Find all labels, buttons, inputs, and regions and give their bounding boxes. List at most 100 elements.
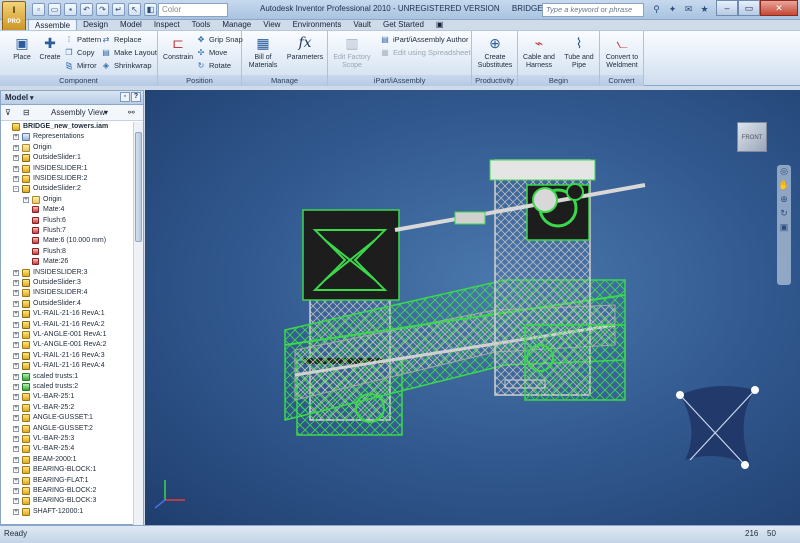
- edit-spreadsheet-button[interactable]: ▦ Edit using Spreadsheet: [380, 47, 470, 59]
- tree-item-label: BRIDGE_new_towers.iam: [23, 123, 109, 130]
- copy-button[interactable]: ❐ Copy: [64, 47, 94, 59]
- tree-scrollbar[interactable]: [133, 122, 143, 525]
- expand-toggle-icon[interactable]: +: [13, 352, 19, 359]
- orbit-icon[interactable]: ↻: [778, 208, 790, 222]
- material-icon[interactable]: ◧: [144, 3, 157, 16]
- rotate-button[interactable]: ↻ Rotate: [196, 60, 231, 72]
- expand-toggle-icon[interactable]: +: [13, 155, 19, 162]
- expand-toggle-icon[interactable]: +: [23, 196, 29, 203]
- pattern-button[interactable]: ⁞ Pattern: [64, 34, 101, 46]
- edit-factory-scope-button[interactable]: ▥ Edit Factory Scope: [330, 33, 374, 70]
- shrinkwrap-button[interactable]: ◈ Shrinkwrap: [101, 60, 152, 72]
- expand-toggle-icon[interactable]: +: [13, 269, 19, 276]
- open-file-icon[interactable]: ▭: [48, 3, 61, 16]
- expand-toggle-icon[interactable]: +: [13, 456, 19, 463]
- expand-toggle-icon[interactable]: +: [13, 415, 19, 422]
- expand-toggle-icon[interactable]: +: [13, 436, 19, 442]
- expand-toggle-icon[interactable]: +: [13, 404, 19, 411]
- expand-toggle-icon[interactable]: +: [13, 300, 19, 307]
- scrollbar-thumb[interactable]: [135, 132, 142, 242]
- pan-icon[interactable]: ✋: [778, 180, 790, 194]
- ipart-author-button[interactable]: ▤ iPart/iAssembly Author: [380, 34, 468, 46]
- begin-group-title: Begin: [518, 75, 599, 86]
- expand-tree-icon[interactable]: ⊟: [23, 108, 30, 117]
- expand-toggle-icon[interactable]: +: [13, 280, 19, 286]
- expand-toggle-icon[interactable]: +: [13, 134, 19, 141]
- component-icon: [22, 372, 30, 381]
- expand-toggle-icon[interactable]: +: [13, 384, 19, 390]
- cable-harness-button[interactable]: ⌁ Cable and Harness: [520, 33, 558, 70]
- expand-toggle-icon[interactable]: +: [13, 467, 19, 474]
- expand-toggle-icon[interactable]: +: [13, 394, 19, 401]
- parameters-fx-icon: fx: [298, 35, 312, 51]
- save-icon[interactable]: ▪: [64, 3, 77, 16]
- undo-icon[interactable]: ↶: [80, 3, 93, 16]
- close-icon[interactable]: ✕: [760, 0, 798, 16]
- parameters-button[interactable]: fx Parameters: [285, 33, 325, 62]
- steering-wheel-icon[interactable]: ◎: [778, 166, 790, 180]
- grip-snap-button[interactable]: ✥ Grip Snap: [196, 34, 243, 46]
- bill-of-materials-button[interactable]: ▦ Bill of Materials: [245, 33, 281, 70]
- browser-title[interactable]: Model: [5, 93, 28, 102]
- pin-icon[interactable]: ▫: [120, 92, 130, 102]
- favorites-icon[interactable]: ★: [698, 3, 711, 16]
- expand-toggle-icon[interactable]: +: [13, 332, 19, 338]
- component-icon: [22, 289, 30, 298]
- look-at-icon[interactable]: ▣: [778, 222, 790, 236]
- replace-label: Replace: [114, 35, 142, 44]
- expand-toggle-icon[interactable]: +: [13, 311, 19, 318]
- expand-toggle-icon[interactable]: +: [13, 477, 19, 484]
- tree-item-label: Mate:4: [43, 206, 65, 214]
- graphics-window[interactable]: FRONT ◎ ✋ ⊕ ↻ ▣: [145, 90, 800, 525]
- chevron-down-icon[interactable]: ▾: [104, 108, 108, 117]
- redo-icon[interactable]: ↷: [96, 3, 109, 16]
- parameters-label: Parameters: [286, 54, 324, 61]
- mirror-button[interactable]: ⧎ Mirror: [64, 60, 97, 72]
- tree-item-label: VL-BAR-25:4: [33, 445, 75, 453]
- assembly-view-dropdown[interactable]: Assembly View: [51, 108, 105, 117]
- expand-toggle-icon[interactable]: +: [13, 373, 19, 380]
- zoom-icon[interactable]: ⊕: [778, 194, 790, 208]
- minimize-icon[interactable]: –: [716, 0, 738, 16]
- dropdown-icon[interactable]: ▾: [28, 95, 34, 102]
- expand-toggle-icon[interactable]: +: [13, 342, 19, 349]
- tree-item-label: INSIDESLIDER:1: [33, 164, 88, 172]
- expand-toggle-icon[interactable]: +: [13, 508, 19, 515]
- tree-item-label: Mate:6 (10.000 mm): [43, 237, 107, 245]
- expand-toggle-icon[interactable]: -: [13, 186, 19, 193]
- expand-toggle-icon[interactable]: +: [13, 321, 19, 328]
- subscription-icon[interactable]: ✦: [666, 3, 679, 16]
- make-layout-button[interactable]: ▤ Make Layout: [101, 47, 157, 59]
- expand-toggle-icon[interactable]: +: [13, 290, 19, 297]
- replace-button[interactable]: ⇄ Replace: [101, 34, 142, 46]
- maximize-icon[interactable]: ▭: [738, 0, 760, 16]
- viewcube[interactable]: FRONT: [737, 122, 767, 152]
- binoculars-icon[interactable]: ⚲: [650, 3, 663, 16]
- expand-toggle-icon[interactable]: +: [13, 498, 19, 505]
- expand-toggle-icon[interactable]: +: [13, 363, 19, 370]
- expand-toggle-icon[interactable]: +: [13, 488, 19, 494]
- edit-factory-label-line1: Edit Factory: [333, 54, 371, 61]
- select-icon[interactable]: ↖: [128, 3, 141, 16]
- move-button[interactable]: ✣ Move: [196, 47, 228, 59]
- new-file-icon[interactable]: ▫: [32, 3, 45, 16]
- create-button[interactable]: ✚ Create: [32, 33, 68, 62]
- communication-icon[interactable]: ✉: [682, 3, 695, 16]
- expand-toggle-icon[interactable]: +: [13, 144, 19, 151]
- create-substitutes-button[interactable]: ⊕ Create Substitutes: [474, 33, 516, 70]
- expand-toggle-icon[interactable]: +: [13, 446, 19, 453]
- expand-toggle-icon[interactable]: +: [13, 165, 19, 172]
- filter-icon[interactable]: ⊽: [5, 108, 11, 117]
- cable-label-line1: Cable and: [523, 54, 555, 61]
- help-icon[interactable]: ?: [131, 92, 141, 102]
- convert-to-weldment-button[interactable]: ⦦ Convert to Weldment: [602, 33, 642, 70]
- return-icon[interactable]: ↵: [112, 3, 125, 16]
- color-override-dropdown[interactable]: Color: [158, 3, 228, 17]
- expand-toggle-icon[interactable]: +: [13, 425, 19, 432]
- search-input[interactable]: Type a keyword or phrase: [542, 3, 644, 17]
- tube-pipe-button[interactable]: ⌇ Tube and Pipe: [560, 33, 598, 70]
- expand-toggle-icon[interactable]: +: [13, 176, 19, 182]
- quick-access-toolbar: ▫ ▭ ▪ ↶ ↷ ↵ ↖ ◧: [32, 3, 157, 16]
- find-binoculars-icon[interactable]: ⚯: [128, 108, 135, 117]
- constrain-button[interactable]: ⊏ Constrain: [160, 33, 196, 62]
